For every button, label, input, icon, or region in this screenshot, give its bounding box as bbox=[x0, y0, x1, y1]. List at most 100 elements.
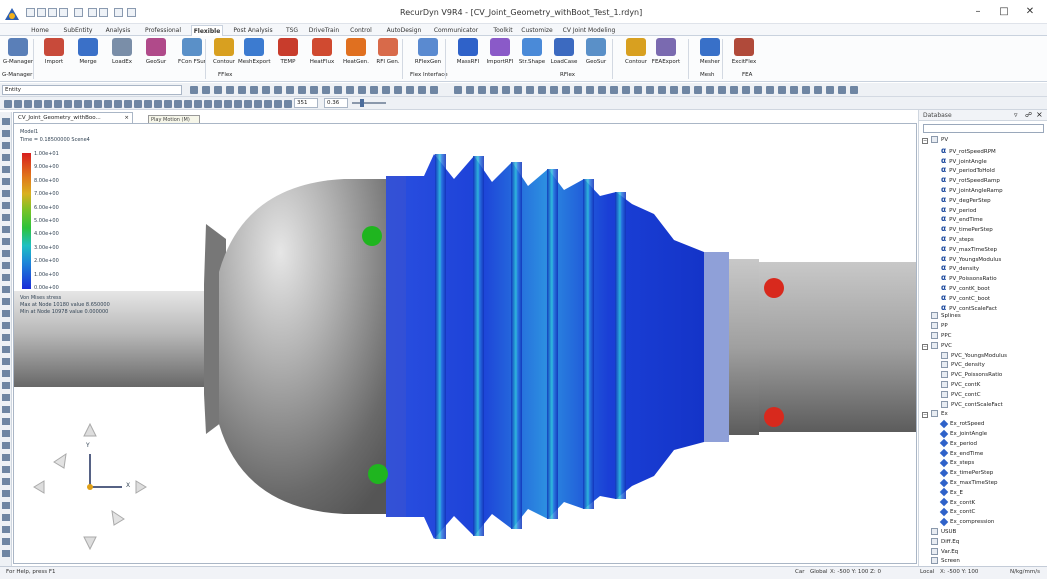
redo-icon[interactable] bbox=[99, 8, 108, 17]
tree-item-pv-rotspeedramp[interactable]: α PV_rotSpeedRamp bbox=[941, 175, 1000, 185]
toolbar-tool-icon[interactable] bbox=[466, 86, 474, 94]
ribbon-button-temp-8[interactable]: TEMP bbox=[272, 38, 304, 70]
collapse-icon[interactable]: − bbox=[922, 138, 928, 144]
toolbar-tool-icon[interactable] bbox=[322, 86, 330, 94]
toolbar-tool-icon[interactable] bbox=[814, 86, 822, 94]
side-tool-icon[interactable] bbox=[2, 250, 10, 257]
ribbon-button-heatflux-9[interactable]: HeatFlux bbox=[306, 38, 338, 70]
tree-item-pv-endtime[interactable]: α PV_endTime bbox=[941, 214, 983, 224]
side-tool-icon[interactable] bbox=[2, 466, 10, 473]
toolbar-tool-icon[interactable] bbox=[514, 86, 522, 94]
ribbon-button-massrfi-13[interactable]: MassRFI bbox=[452, 38, 484, 70]
side-tool-icon[interactable] bbox=[2, 514, 10, 521]
filter-icon[interactable]: ▿ bbox=[1014, 111, 1018, 119]
tree-item-diff-eq[interactable]: Diff.Eq bbox=[931, 537, 959, 548]
side-tool-icon[interactable] bbox=[2, 394, 10, 401]
tree-item-pvc-poissonsratio[interactable]: PVC_PoissonsRatio bbox=[941, 371, 1002, 381]
animation-control-icon[interactable] bbox=[24, 100, 32, 108]
side-tool-icon[interactable] bbox=[2, 202, 10, 209]
ribbon-button-fcon-fsur-5[interactable]: FCon FSur bbox=[176, 38, 208, 70]
tree-item-pv-contscalefact[interactable]: α PV_contScaleFact bbox=[941, 303, 997, 313]
tab-control[interactable]: Control bbox=[345, 25, 377, 36]
tree-item-pvc[interactable]: − PVC bbox=[922, 341, 952, 352]
animation-control-icon[interactable] bbox=[244, 100, 252, 108]
ribbon-button-heatgen--10[interactable]: HeatGen. bbox=[340, 38, 372, 70]
tree-item-pp[interactable]: PP bbox=[931, 322, 948, 332]
toolbar-tool-icon[interactable] bbox=[694, 86, 702, 94]
tab-drivetrain[interactable]: DriveTrain bbox=[306, 25, 342, 36]
toolbar-tool-icon[interactable] bbox=[370, 86, 378, 94]
toolbar-tool-icon[interactable] bbox=[718, 86, 726, 94]
side-tool-icon[interactable] bbox=[2, 550, 10, 557]
toolbar-tool-icon[interactable] bbox=[286, 86, 294, 94]
tab-professional[interactable]: Professional bbox=[140, 25, 186, 36]
tree-item-ex-rotspeed[interactable]: Ex_rotSpeed bbox=[939, 419, 984, 430]
side-tool-icon[interactable] bbox=[2, 442, 10, 449]
side-tool-icon[interactable] bbox=[2, 406, 10, 413]
model-viewport[interactable]: Model1 Time = 0.18500000 Scene4 Von Mise… bbox=[13, 123, 917, 564]
toolbar-tool-icon[interactable] bbox=[850, 86, 858, 94]
toolbar-tool-icon[interactable] bbox=[250, 86, 258, 94]
toolbar-tool-icon[interactable] bbox=[586, 86, 594, 94]
ribbon-button-feaexport-19[interactable]: FEAExport bbox=[650, 38, 682, 70]
tree-item-pvc-contscalefact[interactable]: PVC_contScaleFact bbox=[941, 400, 1003, 411]
side-tool-icon[interactable] bbox=[2, 178, 10, 185]
animation-control-icon[interactable] bbox=[4, 100, 12, 108]
tree-item-var-eq[interactable]: Var.Eq bbox=[931, 547, 958, 558]
toolbar-tool-icon[interactable] bbox=[706, 86, 714, 94]
side-tool-icon[interactable] bbox=[2, 166, 10, 173]
animation-control-icon[interactable] bbox=[94, 100, 102, 108]
toolbar-tool-icon[interactable] bbox=[754, 86, 762, 94]
animation-control-icon[interactable] bbox=[224, 100, 232, 108]
side-tool-icon[interactable] bbox=[2, 238, 10, 245]
entity-mode-field[interactable]: Entity bbox=[2, 85, 182, 95]
toolbar-tool-icon[interactable] bbox=[238, 86, 246, 94]
toolbar-tool-icon[interactable] bbox=[646, 86, 654, 94]
ribbon-button-geosur-4[interactable]: GeoSur bbox=[140, 38, 172, 70]
toolbar-tool-icon[interactable] bbox=[382, 86, 390, 94]
tree-item-pv-jointangle[interactable]: α PV_jointAngle bbox=[941, 156, 987, 166]
tree-item-ex-maxtimestep[interactable]: Ex_maxTimeStep bbox=[939, 478, 997, 489]
tree-item-usub[interactable]: USUB bbox=[931, 528, 956, 538]
database-search-input[interactable] bbox=[923, 124, 1044, 133]
pin-icon[interactable]: ☍ bbox=[1025, 111, 1032, 119]
tab-cv-joint-modeling[interactable]: CV Joint Modeling bbox=[560, 25, 618, 36]
toolbar-tool-icon[interactable] bbox=[538, 86, 546, 94]
tree-item-pv-timeperstep[interactable]: α PV_timePerStep bbox=[941, 224, 993, 234]
tree-item-ppc[interactable]: PPC bbox=[931, 332, 951, 342]
save-as-icon[interactable] bbox=[59, 8, 68, 17]
tab-toolkit[interactable]: Toolkit bbox=[490, 25, 516, 36]
ribbon-button-contour-6[interactable]: Contour bbox=[208, 38, 240, 70]
tree-item-ex-compression[interactable]: Ex_compression bbox=[939, 517, 994, 528]
animation-control-icon[interactable] bbox=[84, 100, 92, 108]
toolbar-tool-icon[interactable] bbox=[562, 86, 570, 94]
tree-item-pv-maxtimestep[interactable]: α PV_maxTimeStep bbox=[941, 244, 997, 254]
tab-home[interactable]: Home bbox=[26, 25, 54, 36]
toolbar-tool-icon[interactable] bbox=[334, 86, 342, 94]
toolbar-tool-icon[interactable] bbox=[406, 86, 414, 94]
maximize-button[interactable]: □ bbox=[994, 5, 1014, 19]
toolbar-tool-icon[interactable] bbox=[838, 86, 846, 94]
toolbar-tool-icon[interactable] bbox=[730, 86, 738, 94]
print-icon[interactable] bbox=[74, 8, 83, 17]
animation-control-icon[interactable] bbox=[214, 100, 222, 108]
tree-item-pv-poissonsratio[interactable]: α PV_PoissonsRatio bbox=[941, 273, 997, 283]
ribbon-button-str-shape-15[interactable]: Str.Shape bbox=[516, 38, 548, 70]
animation-control-icon[interactable] bbox=[54, 100, 62, 108]
toolbar-tool-icon[interactable] bbox=[274, 86, 282, 94]
toolbar-tool-icon[interactable] bbox=[526, 86, 534, 94]
toolbar-tool-icon[interactable] bbox=[202, 86, 210, 94]
side-tool-icon[interactable] bbox=[2, 502, 10, 509]
open-file-icon[interactable] bbox=[37, 8, 46, 17]
side-tool-icon[interactable] bbox=[2, 334, 10, 341]
tree-item-pv-rotspeedrpm[interactable]: α PV_rotSpeedRPM bbox=[941, 146, 996, 156]
collapse-icon[interactable]: − bbox=[922, 412, 928, 419]
animation-control-icon[interactable] bbox=[284, 100, 292, 108]
side-tool-icon[interactable] bbox=[2, 418, 10, 425]
tree-item-pvc-density[interactable]: PVC_density bbox=[941, 361, 985, 371]
tab-customize[interactable]: Customize bbox=[520, 25, 554, 36]
tree-item-ex-timeperstep[interactable]: Ex_timePerStep bbox=[939, 468, 993, 479]
settings-icon[interactable] bbox=[114, 8, 123, 17]
toolbar-tool-icon[interactable] bbox=[790, 86, 798, 94]
tree-item-pv-contc-boot[interactable]: α PV_contC_boot bbox=[941, 293, 990, 303]
